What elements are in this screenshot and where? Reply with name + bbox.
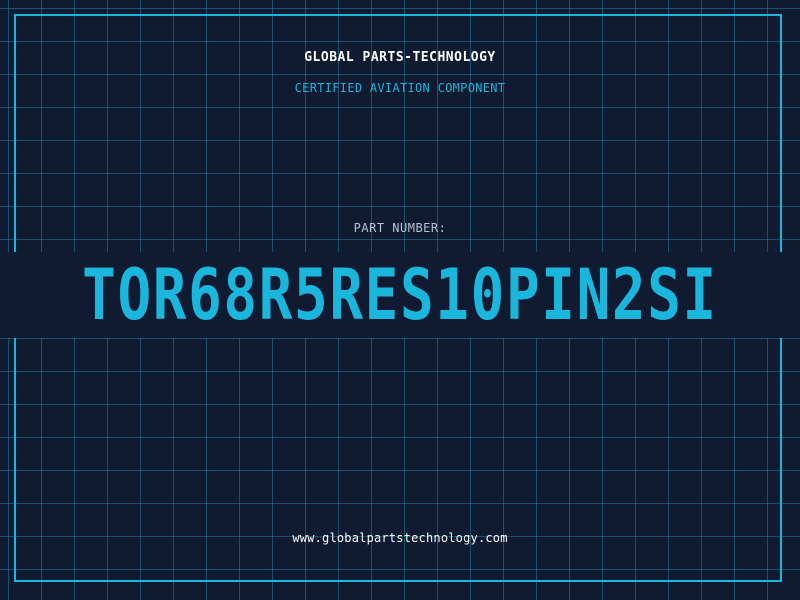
company-name: GLOBAL PARTS-TECHNOLOGY [304, 50, 496, 65]
certification-subtitle: CERTIFIED AVIATION COMPONENT [294, 81, 506, 95]
website-url: www.globalpartstechnology.com [292, 531, 508, 545]
label-canvas: GLOBAL PARTS-TECHNOLOGY CERTIFIED AVIATI… [0, 0, 800, 600]
part-number-band: TOR68R5RES10PIN2SI [0, 252, 800, 338]
part-number-label: PART NUMBER: [353, 221, 447, 235]
part-number-value: TOR68R5RES10PIN2SI [82, 254, 718, 336]
